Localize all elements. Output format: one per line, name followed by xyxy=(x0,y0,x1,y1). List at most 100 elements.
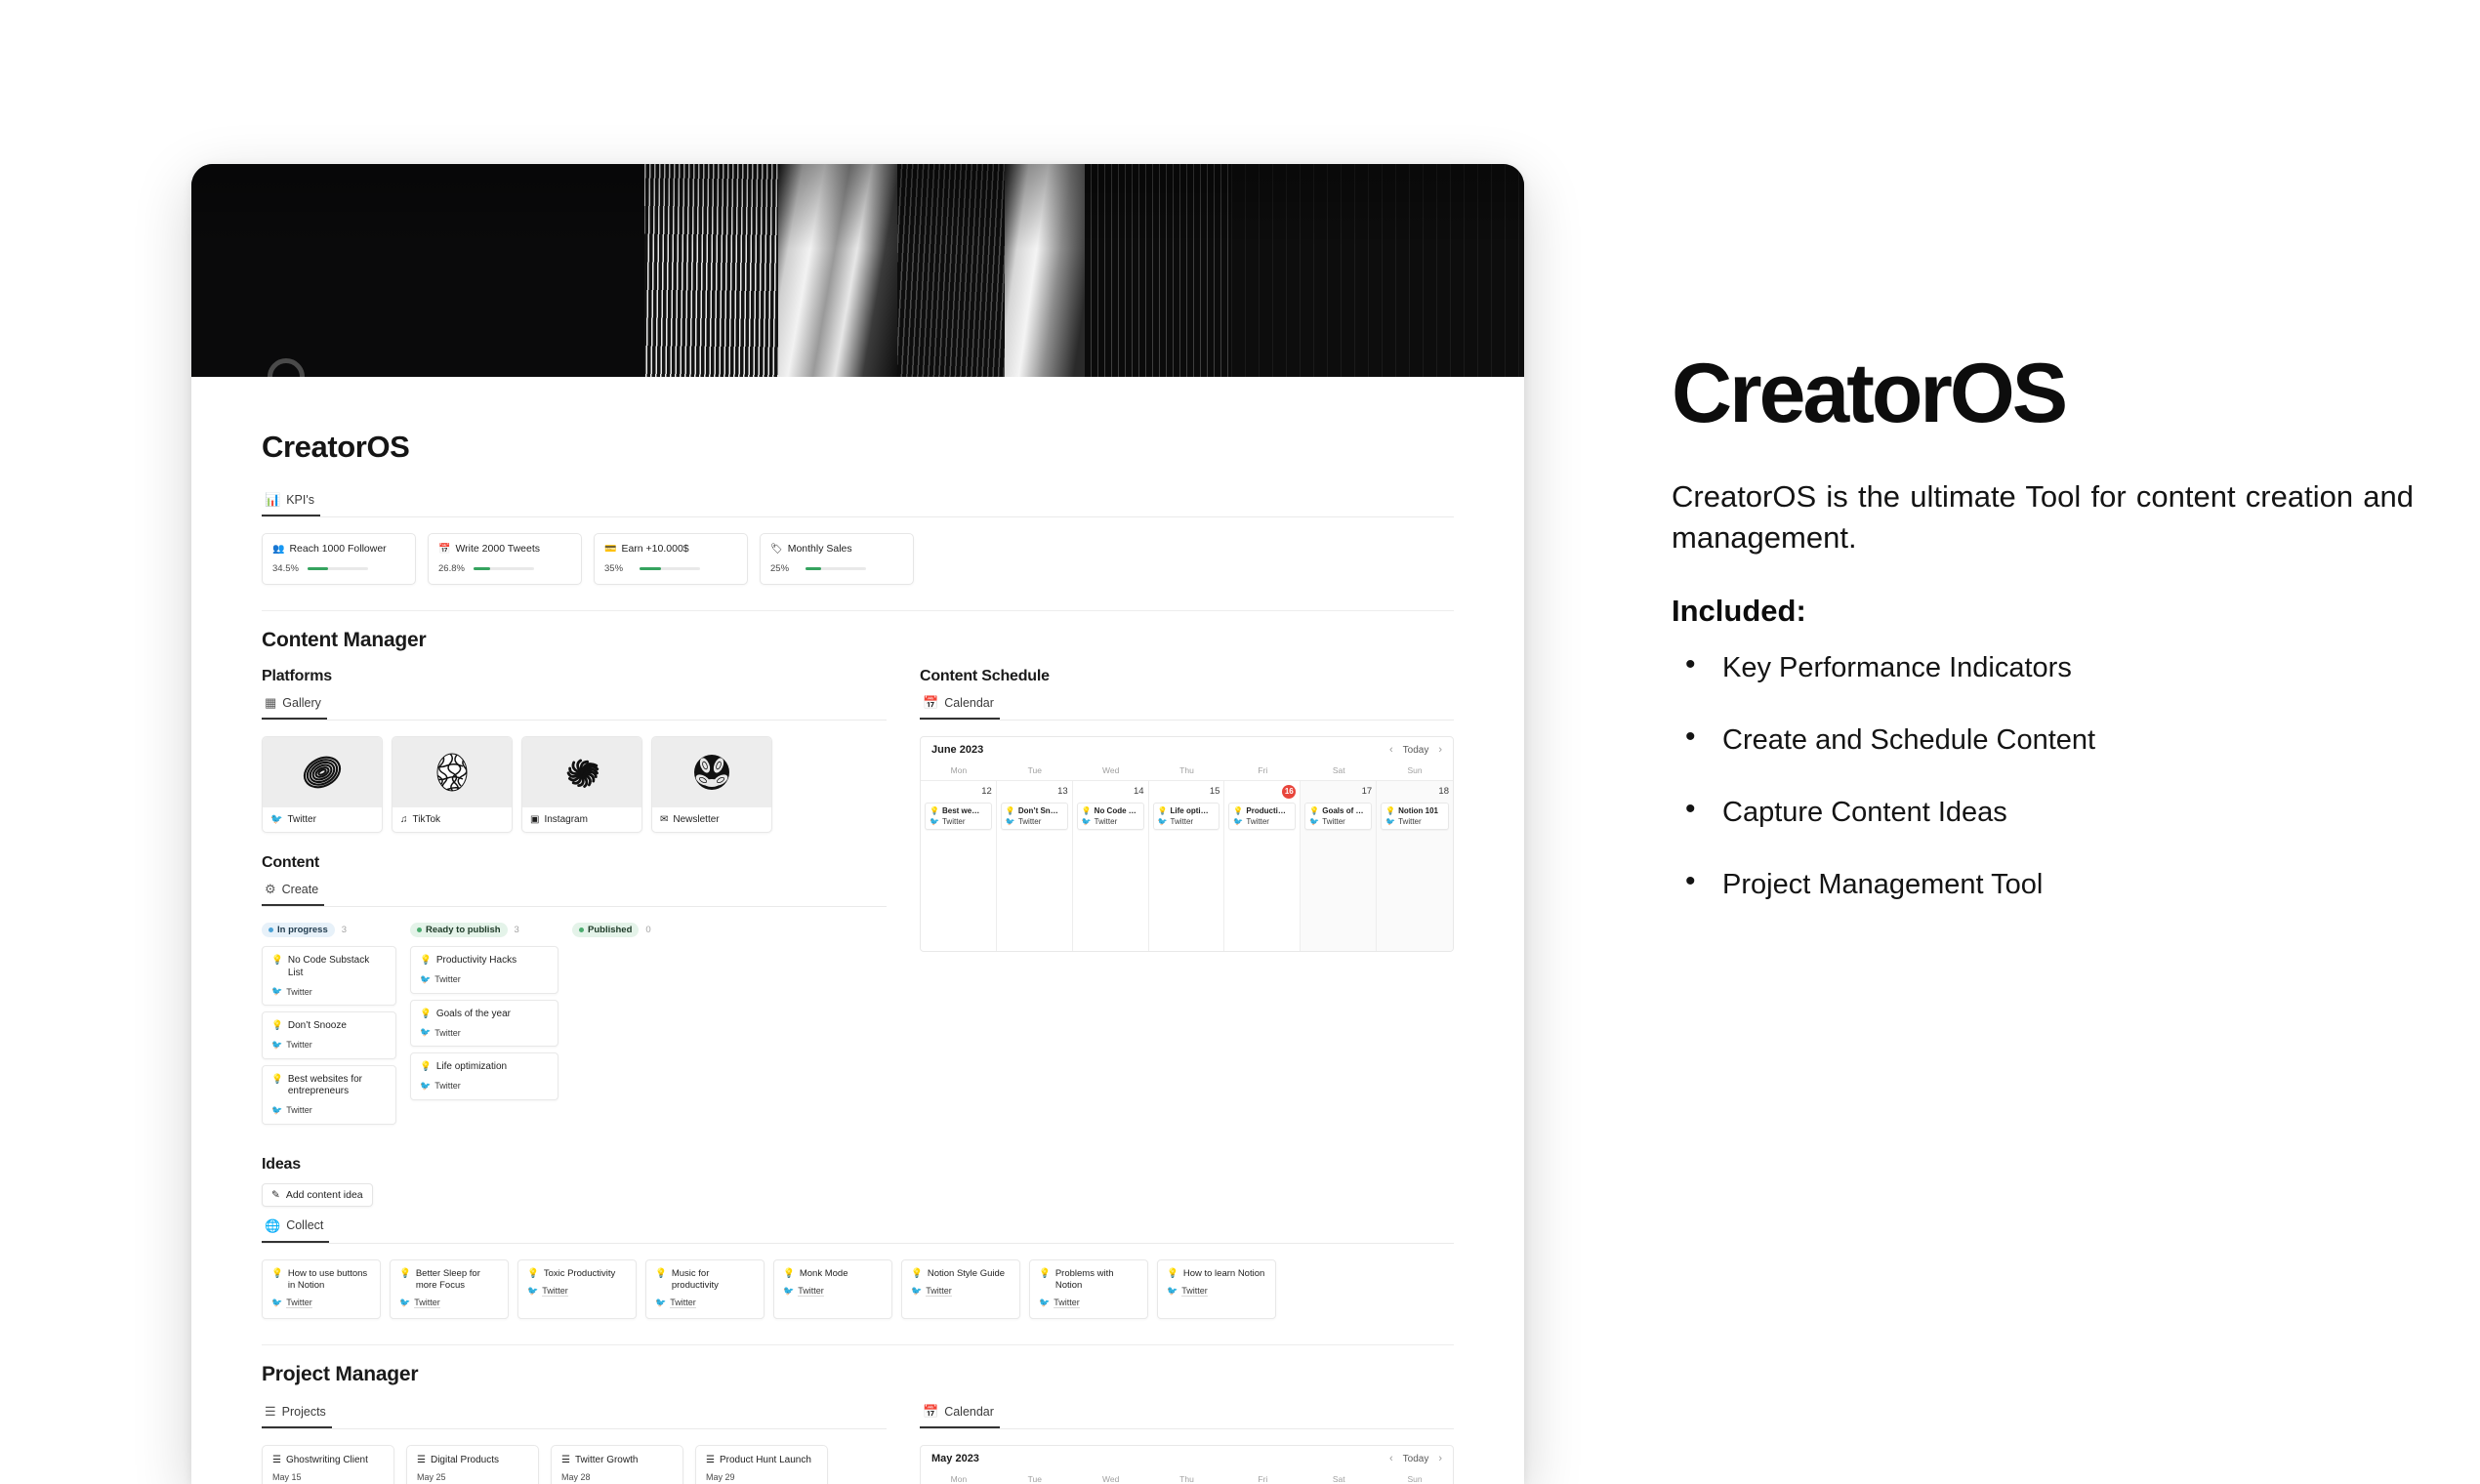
weekday-label: Fri xyxy=(1258,765,1268,775)
calendar-day-cell[interactable]: 12 💡 Best we… 🐦 Twitter xyxy=(921,781,997,951)
platform-name: TikTok xyxy=(412,814,441,825)
idea-card[interactable]: 💡 Better Sleep for more Focus 🐦 Twitter xyxy=(390,1258,509,1320)
list-icon: ☰ xyxy=(417,1455,426,1466)
calendar-event[interactable]: 💡 Goals of … 🐦 Twitter xyxy=(1304,803,1373,830)
kanban-card[interactable]: 💡 No Code Substack List 🐦 Twitter xyxy=(262,946,396,1006)
idea-card[interactable]: 💡 Toxic Productivity 🐦 Twitter xyxy=(517,1258,637,1320)
kanban-card[interactable]: 💡 Goals of the year 🐦 Twitter xyxy=(410,999,558,1047)
kpi-label: Earn +10.000$ xyxy=(621,543,689,555)
prev-month-icon[interactable]: ‹ xyxy=(1389,744,1393,756)
kpi-card[interactable]: 🏷 Monthly Sales 25% xyxy=(760,533,914,585)
project-card[interactable]: ☰Product Hunt Launch May 29 0% Not start… xyxy=(695,1445,828,1484)
idea-title: How to use buttons in Notion xyxy=(287,1267,368,1291)
platform-card[interactable]: 🐦 Twitter xyxy=(262,736,383,833)
project-calendar: May 2023 ‹ Today › Mon Tue Wed Thu Fri S… xyxy=(920,1445,1454,1484)
cover-band xyxy=(1084,164,1231,377)
prev-month-icon[interactable]: ‹ xyxy=(1389,1453,1393,1464)
platform-card[interactable]: ▣ Instagram xyxy=(521,736,642,833)
kpi-card[interactable]: 💳 Earn +10.000$ 35% xyxy=(594,533,748,585)
kanban-card[interactable]: 💡 Productivity Hacks 🐦 Twitter xyxy=(410,946,558,994)
platform-card[interactable]: ✉ Newsletter xyxy=(651,736,772,833)
idea-card[interactable]: 💡 How to use buttons in Notion 🐦 Twitter xyxy=(262,1258,381,1320)
calendar-event[interactable]: 💡 No Code … 🐦 Twitter xyxy=(1076,803,1144,830)
project-card[interactable]: ☰Ghostwriting Client May 15 0% Not start… xyxy=(262,1445,394,1484)
card-platform: 🐦 Twitter xyxy=(420,1080,461,1092)
content-kanban: In progress 3 💡 No Code Substack List 🐦 Tw… xyxy=(262,923,887,1131)
twitter-icon: 🐦 xyxy=(270,814,283,825)
status-badge[interactable]: Published xyxy=(572,923,640,937)
event-title: No Code … xyxy=(1094,806,1137,815)
twitter-icon: 🐦 xyxy=(1039,1298,1051,1308)
tab-calendar[interactable]: 📅 Calendar xyxy=(920,693,1000,720)
idea-title-row: 💡 Better Sleep for more Focus xyxy=(399,1268,499,1293)
card-platform: 🐦 Twitter xyxy=(420,1027,461,1038)
kpi-card[interactable]: 📅 Write 2000 Tweets 26.8% xyxy=(428,533,582,585)
idea-card[interactable]: 💡 Monk Mode 🐦 Twitter xyxy=(773,1258,892,1320)
idea-platform: 🐦 Twitter xyxy=(783,1285,824,1297)
tab-gallery[interactable]: ▦ Gallery xyxy=(262,693,327,720)
status-badge[interactable]: In progress xyxy=(262,923,335,937)
card-title: Best websites for entrepreneurs xyxy=(287,1073,362,1097)
tab-kpis[interactable]: 📊 KPI's xyxy=(262,490,320,516)
event-title-row: 💡 Don’t Sn… xyxy=(1006,806,1063,815)
event-title: Don’t Sn… xyxy=(1017,806,1058,815)
idea-card[interactable]: 💡 Notion Style Guide 🐦 Twitter xyxy=(901,1258,1020,1320)
status-dot-icon xyxy=(269,928,273,932)
idea-card[interactable]: 💡 Problems with Notion 🐦 Twitter xyxy=(1029,1258,1148,1320)
calendar-day-cell[interactable]: 17 💡 Goals of … 🐦 Twitter xyxy=(1301,781,1378,951)
twitter-icon: 🐦 xyxy=(420,1080,432,1091)
twitter-icon: 🐦 xyxy=(1385,817,1396,826)
content-manager-columns: Platforms ▦ Gallery 🐦 Twitter ♫ TikTok ▣… xyxy=(262,668,1454,1131)
calendar-icon: 📅 xyxy=(923,1404,939,1420)
calendar-event[interactable]: 💡 Best we… 🐦 Twitter xyxy=(925,803,992,830)
calendar-event[interactable]: 💡 Producti… 🐦 Twitter xyxy=(1228,803,1297,830)
weekday-label: Sat xyxy=(1332,1474,1345,1484)
calendar-event[interactable]: 💡 Life opti… 🐦 Twitter xyxy=(1152,803,1220,830)
twitter-icon: 🐦 xyxy=(1167,1285,1178,1296)
progress-fill xyxy=(308,567,329,570)
idea-card[interactable]: 💡 Music for productivity 🐦 Twitter xyxy=(645,1258,765,1320)
progress-bar xyxy=(308,567,368,570)
kanban-card[interactable]: 💡 Life optimization 🐦 Twitter xyxy=(410,1052,558,1100)
tab-collect[interactable]: 🌐 Collect xyxy=(262,1216,330,1243)
next-month-icon[interactable]: › xyxy=(1438,1453,1442,1464)
event-title-row: 💡 Notion 101 xyxy=(1385,806,1444,815)
kanban-card[interactable]: 💡 Don’t Snooze 🐦 Twitter xyxy=(262,1011,396,1059)
globe-icon: 🌐 xyxy=(265,1217,281,1233)
calendar-day-cell-today[interactable]: 16 💡 Producti… 🐦 Twitter xyxy=(1224,781,1302,951)
event-platform: 🐦 Twitter xyxy=(1081,817,1118,826)
tab-create[interactable]: ⚙ Create xyxy=(262,880,325,906)
bulb-icon: 💡 xyxy=(271,1073,283,1085)
circle-icon[interactable] xyxy=(268,358,305,377)
add-content-idea-button[interactable]: ✎ Add content idea xyxy=(262,1182,373,1207)
calendar-event[interactable]: 💡 Don’t Sn… 🐦 Twitter xyxy=(1000,803,1068,830)
project-date: May 25 xyxy=(417,1472,446,1483)
event-title: Life opti… xyxy=(1170,806,1209,815)
calendar-event[interactable]: 💡 Notion 101 🐦 Twitter xyxy=(1381,803,1449,830)
platform-card[interactable]: ♫ TikTok xyxy=(392,736,513,833)
content-schedule-calendar: June 2023 ‹ Today › Mon Tue Wed Thu Fri … xyxy=(920,736,1454,952)
tab-projects[interactable]: ☰ Projects xyxy=(262,1402,332,1429)
twitter-icon: 🐦 xyxy=(271,986,283,996)
calendar-day-cell[interactable]: 13 💡 Don’t Sn… 🐦 Twitter xyxy=(997,781,1073,951)
twitter-icon: 🐦 xyxy=(1005,817,1015,826)
tab-calendar[interactable]: 📅 Calendar xyxy=(920,1402,1000,1429)
divider xyxy=(262,1344,1454,1346)
calendar-day-cell[interactable]: 14 💡 No Code … 🐦 Twitter xyxy=(1073,781,1149,951)
project-card[interactable]: ☰Twitter Growth May 28 0% Not started xyxy=(551,1445,683,1484)
idea-card[interactable]: 💡 How to learn Notion 🐦 Twitter xyxy=(1157,1258,1276,1320)
kanban-card[interactable]: 💡 Best websites for entrepreneurs 🐦 Twitte… xyxy=(262,1064,396,1125)
content-heading: Content xyxy=(262,854,320,871)
calendar-day-cell[interactable]: 18 💡 Notion 101 🐦 Twitter xyxy=(1377,781,1453,951)
kpi-card[interactable]: 👥 Reach 1000 Follower 34.5% xyxy=(262,533,416,585)
calendar-day-cell[interactable]: 15 💡 Life opti… 🐦 Twitter xyxy=(1149,781,1225,951)
create-icon: ⚙ xyxy=(265,882,276,896)
twitter-icon: 🐦 xyxy=(420,1027,432,1037)
today-button[interactable]: Today xyxy=(1403,745,1429,756)
kpi-label: Reach 1000 Follower xyxy=(289,543,387,555)
project-card[interactable]: ☰Digital Products May 25 0% Not started xyxy=(406,1445,539,1484)
next-month-icon[interactable]: › xyxy=(1438,744,1442,756)
bulb-icon: 💡 xyxy=(1309,806,1320,815)
status-badge[interactable]: Ready to publish xyxy=(410,923,508,937)
today-button[interactable]: Today xyxy=(1403,1454,1429,1464)
